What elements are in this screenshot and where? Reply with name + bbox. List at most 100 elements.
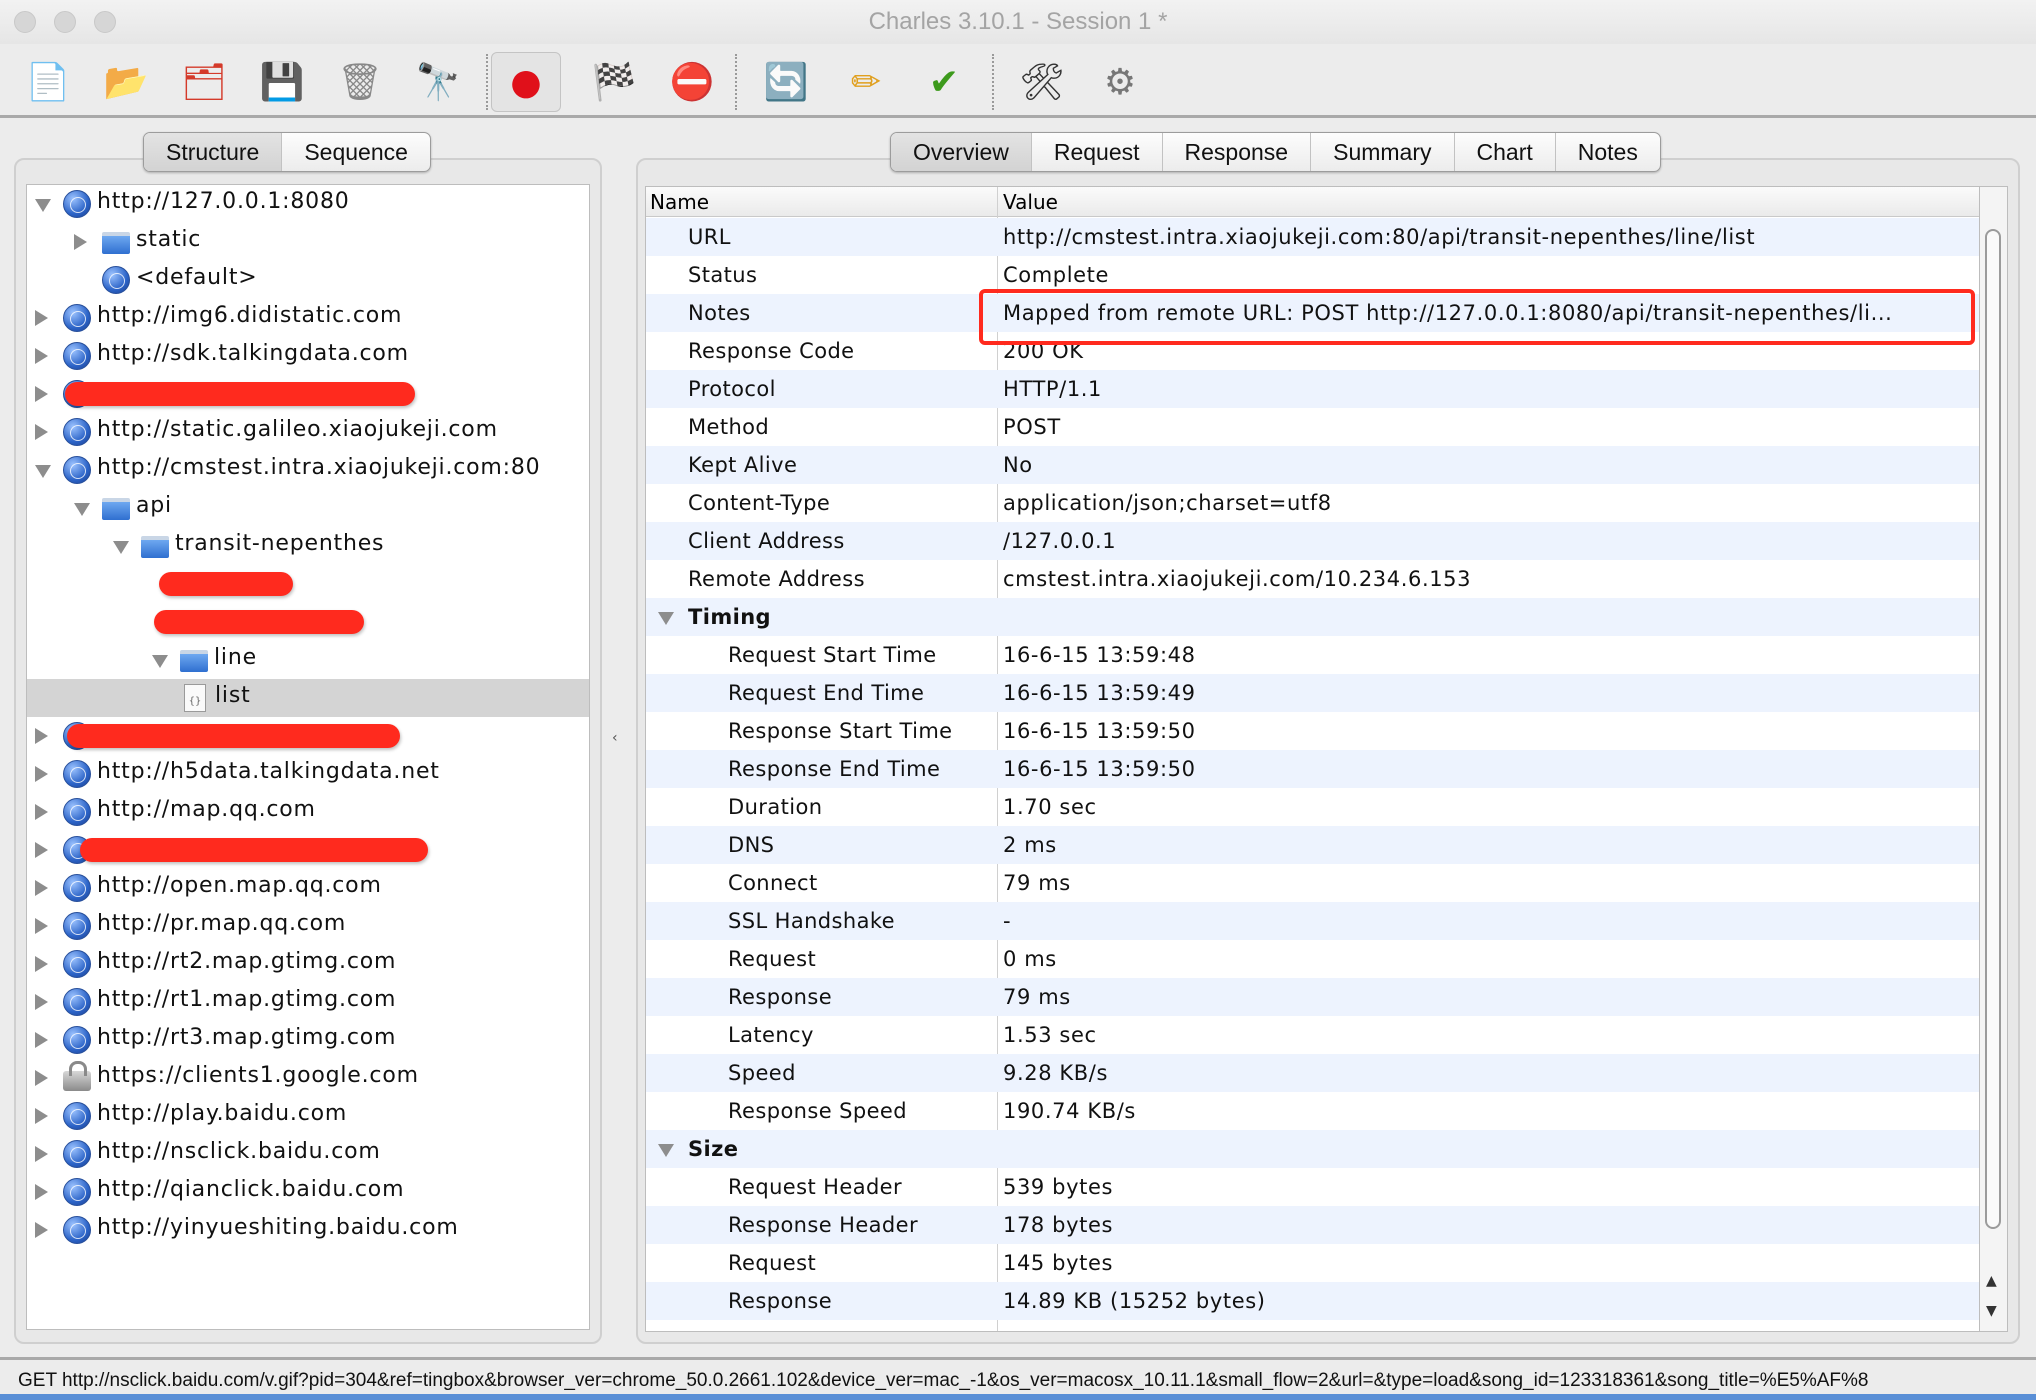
table-row[interactable]: Response Header 178 bytes (646, 1206, 1979, 1244)
table-row[interactable]: Client Address/127.0.0.1 (646, 522, 1979, 560)
tree-item[interactable]: http://h5data.talkingdata.net (27, 755, 589, 793)
table-row[interactable]: Speed 9.28 KB/s (646, 1054, 1979, 1092)
disclosure-collapsed-icon[interactable] (35, 310, 48, 326)
pencil-button[interactable]: ✏ (840, 56, 892, 108)
tree-item[interactable]: http://map.qq.com (27, 793, 589, 831)
disclosure-collapsed-icon[interactable] (35, 1146, 48, 1162)
table-row[interactable]: Latency 1.53 sec (646, 1016, 1979, 1054)
binoculars-button[interactable]: 🔭 (412, 56, 464, 108)
tab-response[interactable]: Response (1163, 133, 1312, 171)
table-row[interactable]: Response Speed 190.74 KB/s (646, 1092, 1979, 1130)
table-row[interactable]: Content-Type application/json;charset=utf… (646, 484, 1979, 522)
table-row[interactable]: Duration 1.70 sec (646, 788, 1979, 826)
tree-item[interactable] (27, 831, 589, 869)
tree-item[interactable]: http://qianclick.baidu.com (27, 1173, 589, 1211)
column-header-name[interactable]: Name (650, 190, 709, 214)
disclosure-collapsed-icon[interactable] (35, 804, 48, 820)
disclosure-expanded-icon[interactable] (152, 655, 168, 668)
tree-item[interactable]: http://127.0.0.1:8080 (27, 185, 589, 223)
scrollbar-thumb[interactable] (1985, 229, 2001, 1229)
table-row[interactable]: Response Start Time 16-6-15 13:59:50 (646, 712, 1979, 750)
table-row[interactable]: DNS 2 ms (646, 826, 1979, 864)
open-session-button[interactable]: 📂 (100, 56, 152, 108)
tree-item[interactable]: <default> (27, 261, 589, 299)
tab-structure[interactable]: Structure (144, 133, 283, 171)
tree-item[interactable]: http://img6.didistatic.com (27, 299, 589, 337)
disclosure-collapsed-icon[interactable] (35, 842, 48, 858)
tree-item[interactable]: http://rt2.map.gtimg.com (27, 945, 589, 983)
disclosure-expanded-icon[interactable] (113, 541, 129, 554)
table-row[interactable]: Connect 79 ms (646, 864, 1979, 902)
table-row[interactable]: Request End Time 16-6-15 13:59:49 (646, 674, 1979, 712)
disclosure-expanded-icon[interactable] (35, 199, 51, 212)
tab-request[interactable]: Request (1032, 133, 1163, 171)
table-row[interactable]: Request 145 bytes (646, 1244, 1979, 1282)
tree-item[interactable]: transit-nepenthes (27, 527, 589, 565)
table-row[interactable]: Method POST (646, 408, 1979, 446)
tree-item[interactable]: https://clients1.google.com (27, 1059, 589, 1097)
tree-item[interactable]: http://yinyueshiting.baidu.com (27, 1211, 589, 1249)
tree-item[interactable]: http://cmstest.intra.xiaojukeji.com:80 (27, 451, 589, 489)
disclosure-collapsed-icon[interactable] (35, 1032, 48, 1048)
table-row[interactable]: Response End Time 16-6-15 13:59:50 (646, 750, 1979, 788)
tab-notes[interactable]: Notes (1556, 133, 1660, 171)
tab-sequence[interactable]: Sequence (282, 133, 430, 171)
save-button[interactable]: 💾 (256, 56, 308, 108)
disclosure-collapsed-icon[interactable] (35, 918, 48, 934)
tree-item[interactable]: http://static.galileo.xiaojukeji.com (27, 413, 589, 451)
tree-item[interactable]: {} list (27, 679, 589, 717)
table-row[interactable]: SSL Handshake - (646, 902, 1979, 940)
disclosure-collapsed-icon[interactable] (35, 1108, 48, 1124)
disclosure-collapsed-icon[interactable] (35, 880, 48, 896)
tree-item[interactable]: http://sdk.talkingdata.com (27, 337, 589, 375)
checkmark-button[interactable]: ✔ (918, 56, 970, 108)
disclosure-expanded-icon[interactable] (35, 465, 51, 478)
tree-item[interactable] (27, 565, 589, 603)
column-header-value[interactable]: Value (1003, 190, 1058, 214)
disclosure-collapsed-icon[interactable] (35, 1222, 48, 1238)
disclosure-collapsed-icon[interactable] (35, 424, 48, 440)
table-row[interactable]: Response 79 ms (646, 978, 1979, 1016)
gear-button[interactable]: ⚙ (1094, 56, 1146, 108)
vertical-scrollbar[interactable]: ▲ ▼ (1980, 186, 2008, 1332)
disclosure-collapsed-icon[interactable] (35, 766, 48, 782)
table-row[interactable]: Request Header 539 bytes (646, 1168, 1979, 1206)
table-row[interactable]: Response 14.89 KB (15252 bytes) (646, 1282, 1979, 1320)
repeat-button[interactable]: 🔄 (760, 56, 812, 108)
section-row[interactable]: Size (646, 1130, 1979, 1168)
tree-item[interactable] (27, 717, 589, 755)
tree-item[interactable]: static (27, 223, 589, 261)
splitter-handle[interactable]: ‹ (612, 730, 618, 746)
tree-item[interactable]: http://rt3.map.gtimg.com (27, 1021, 589, 1059)
disclosure-collapsed-icon[interactable] (35, 728, 48, 744)
tree-item[interactable]: http://pr.map.qq.com (27, 907, 589, 945)
disclosure-collapsed-icon[interactable] (35, 994, 48, 1010)
table-row[interactable]: URL http://cmstest.intra.xiaojukeji.com:8… (646, 218, 1979, 256)
tree-item[interactable] (27, 603, 589, 641)
scroll-down-arrow-icon[interactable]: ▼ (1986, 1303, 1997, 1319)
tab-summary[interactable]: Summary (1311, 133, 1455, 171)
tree-item[interactable]: http://nsclick.baidu.com (27, 1135, 589, 1173)
tree-item[interactable]: api (27, 489, 589, 527)
record-button[interactable]: ● (491, 52, 561, 112)
disclosure-collapsed-icon[interactable] (35, 956, 48, 972)
tools-button[interactable]: 🛠 (1016, 56, 1068, 108)
table-row[interactable]: Request 0 ms (646, 940, 1979, 978)
stop-button[interactable]: ⛔ (666, 56, 718, 108)
tree-item[interactable]: http://play.baidu.com (27, 1097, 589, 1135)
disclosure-collapsed-icon[interactable] (35, 1184, 48, 1200)
section-row[interactable]: Timing (646, 598, 1979, 636)
tree-item[interactable] (27, 375, 589, 413)
disclosure-collapsed-icon[interactable] (35, 1070, 48, 1086)
tree-item[interactable]: http://rt1.map.gtimg.com (27, 983, 589, 1021)
disclosure-collapsed-icon[interactable] (74, 234, 87, 250)
disclosure-collapsed-icon[interactable] (35, 348, 48, 364)
tree-item[interactable]: line (27, 641, 589, 679)
table-row[interactable]: Protocol HTTP/1.1 (646, 370, 1979, 408)
table-row[interactable] (646, 1320, 1979, 1331)
table-row[interactable]: Request Start Time 16-6-15 13:59:48 (646, 636, 1979, 674)
tree-item[interactable]: http://open.map.qq.com (27, 869, 589, 907)
trash-button[interactable]: 🗑 (334, 56, 386, 108)
checkered-flag-button[interactable]: 🏁 (588, 56, 640, 108)
close-session-button[interactable]: 🗂 (178, 56, 230, 108)
